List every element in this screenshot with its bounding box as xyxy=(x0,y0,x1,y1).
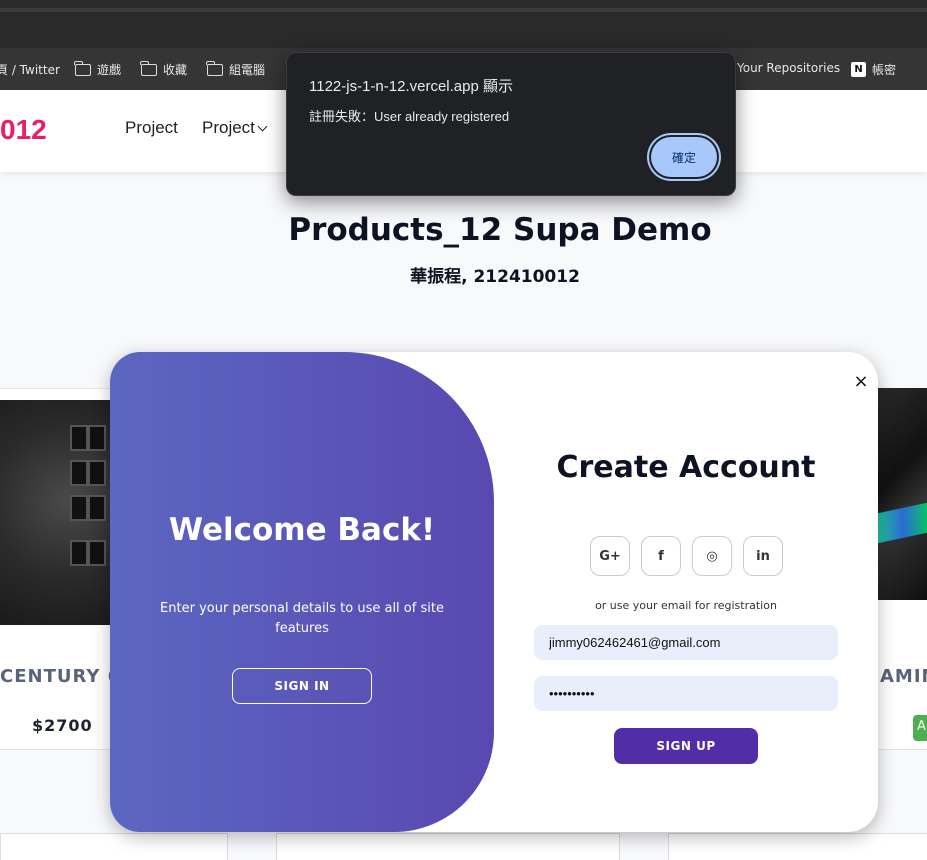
bookmark-label: 帳密 xyxy=(872,63,897,77)
bookmark-label: 收藏 xyxy=(163,63,188,77)
bookmark-folder-pc-build[interactable]: 組電腦 xyxy=(206,60,266,78)
welcome-panel: Welcome Back! Enter your personal detail… xyxy=(110,352,494,832)
bookmark-folder-favorites[interactable]: 收藏 xyxy=(140,60,188,78)
github-icon[interactable]: ◎ xyxy=(692,536,732,576)
bookmark-label: 組電腦 xyxy=(229,63,266,77)
product-card-bottom-1[interactable] xyxy=(0,833,228,860)
alert-dialog: 1122-js-1-n-12.vercel.app 顯示 註冊失敗：User a… xyxy=(286,52,736,196)
browser-top-bar xyxy=(0,0,927,48)
facebook-icon[interactable]: f xyxy=(641,536,681,576)
bookmark-label: Your Repositories xyxy=(737,61,841,75)
bookmark-label: 遊戲 xyxy=(97,63,122,77)
page-subtitle: 華振程, 212410012 xyxy=(410,267,580,287)
notion-icon: N xyxy=(851,62,866,77)
auth-modal: Welcome Back! Enter your personal detail… xyxy=(110,352,878,832)
welcome-text: Enter your personal details to use all o… xyxy=(160,601,444,636)
status-badge: A xyxy=(913,715,927,741)
nav-item-label: Project xyxy=(202,118,255,137)
alert-title: 1122-js-1-n-12.vercel.app 顯示 xyxy=(309,78,513,95)
product-image-psu xyxy=(0,400,110,625)
product-card-bottom-3[interactable] xyxy=(668,833,927,860)
registration-hint: or use your email for registration xyxy=(595,599,777,612)
folder-icon xyxy=(206,60,223,76)
bookmark-accounts[interactable]: N 帳密 xyxy=(851,61,896,78)
bookmark-folder-games[interactable]: 遊戲 xyxy=(74,60,122,78)
bookmark-twitter[interactable]: 頁 / Twitter xyxy=(0,61,60,78)
chevron-down-icon xyxy=(257,121,268,132)
bookmark-label: 頁 / Twitter xyxy=(0,63,60,77)
nav-item-project[interactable]: Project xyxy=(125,118,178,138)
email-field[interactable] xyxy=(534,625,838,660)
folder-icon xyxy=(140,60,157,76)
password-field[interactable] xyxy=(534,676,838,711)
sign-in-button[interactable]: SIGN IN xyxy=(232,668,372,704)
google-plus-icon[interactable]: G+ xyxy=(590,536,630,576)
product-price-left: $2700 xyxy=(32,716,93,735)
alert-ok-button[interactable]: 確定 xyxy=(651,137,717,177)
product-name-right: AMIN xyxy=(880,666,927,687)
social-buttons: G+ f ◎ in xyxy=(590,536,783,576)
folder-icon xyxy=(74,60,91,76)
close-icon[interactable]: × xyxy=(853,373,869,391)
product-image-motherboard xyxy=(878,388,927,600)
linkedin-icon[interactable]: in xyxy=(743,536,783,576)
page-title: Products_12 Supa Demo xyxy=(288,212,712,248)
browser-tab-strip xyxy=(0,8,927,12)
create-account-title: Create Account xyxy=(556,450,816,485)
alert-message: 註冊失敗：User already registered xyxy=(309,109,510,124)
product-card-bottom-2[interactable] xyxy=(276,833,620,860)
nav-item-project-dropdown[interactable]: Project xyxy=(202,118,268,138)
bookmark-repositories[interactable]: Your Repositories xyxy=(737,61,840,75)
sign-up-button[interactable]: SIGN UP xyxy=(614,728,758,764)
welcome-title: Welcome Back! xyxy=(168,512,436,548)
brand-logo[interactable]: 012 xyxy=(0,114,47,146)
